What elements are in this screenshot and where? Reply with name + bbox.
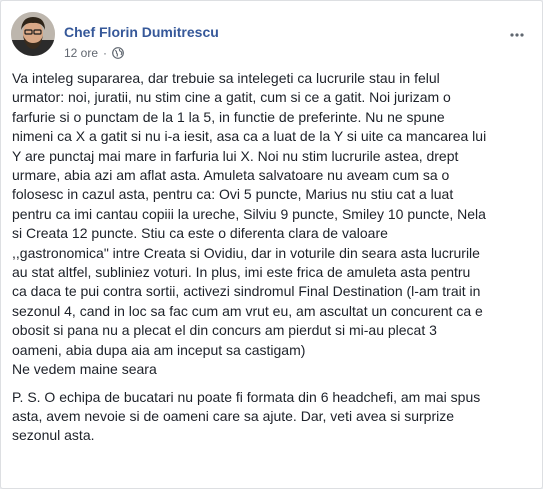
- post-line: urmare, abia azi am aflat asta. Amuleta …: [12, 167, 450, 184]
- facebook-post-card: Chef Florin Dumitrescu 12 ore · Va intel…: [0, 0, 543, 489]
- more-options-icon[interactable]: [507, 25, 527, 45]
- post-paragraph-main: Va inteleg supararea, dar trebuie sa int…: [12, 69, 534, 380]
- post-line: asta, avem nevoie si de oameni care sa a…: [12, 407, 454, 424]
- post-line: nimeni ca X a gatit si nu i-a iesit, asa…: [12, 128, 487, 145]
- post-line: Ne vedem maine seara: [12, 361, 157, 378]
- post-line: obosit si pana nu a plecat el din concur…: [12, 322, 437, 339]
- post-line: urmator: noi, juratii, nu stim cine a ga…: [12, 89, 451, 106]
- post-line: pentru ca imi cantau copiii la ureche, S…: [12, 205, 486, 222]
- post-line: folosesc in cazul asta, pentru ca: Ovi 5…: [12, 186, 454, 203]
- post-line: Y are punctaj mai mare in farfuria lui X…: [12, 147, 459, 164]
- meta-separator: ·: [103, 46, 108, 60]
- post-header: Chef Florin Dumitrescu 12 ore ·: [11, 12, 531, 62]
- post-line: ,,gastronomica" intre Creata si Ovidiu, …: [12, 244, 480, 261]
- author-name-link[interactable]: Chef Florin Dumitrescu: [64, 24, 219, 40]
- post-line: si Creata 12 puncte. Stiu ca este o dife…: [12, 225, 388, 242]
- post-line: ca daca te pui contra sortii, activezi s…: [12, 283, 481, 300]
- post-line: Va inteleg supararea, dar trebuie sa int…: [12, 70, 440, 86]
- post-line: au stat altfel, subliniez voturi. In plu…: [12, 264, 471, 281]
- post-line: oameni, abia dupa aia am inceput sa cast…: [12, 341, 306, 358]
- post-meta: 12 ore ·: [64, 45, 124, 61]
- post-line: sezonul 4, cand in loc sa fac cum am vru…: [12, 302, 483, 319]
- post-paragraph-ps: P. S. O echipa de bucatari nu poate fi f…: [12, 388, 534, 446]
- post-line: sezonul asta.: [12, 427, 95, 444]
- author-avatar[interactable]: [11, 12, 55, 56]
- post-timestamp[interactable]: 12 ore: [64, 46, 98, 60]
- post-body: Va inteleg supararea, dar trebuie sa int…: [12, 69, 534, 446]
- globe-icon[interactable]: [112, 47, 124, 59]
- post-line: P. S. O echipa de bucatari nu poate fi f…: [12, 388, 481, 405]
- post-line: farfurie si o punctam de la 1 la 5, in f…: [12, 108, 445, 125]
